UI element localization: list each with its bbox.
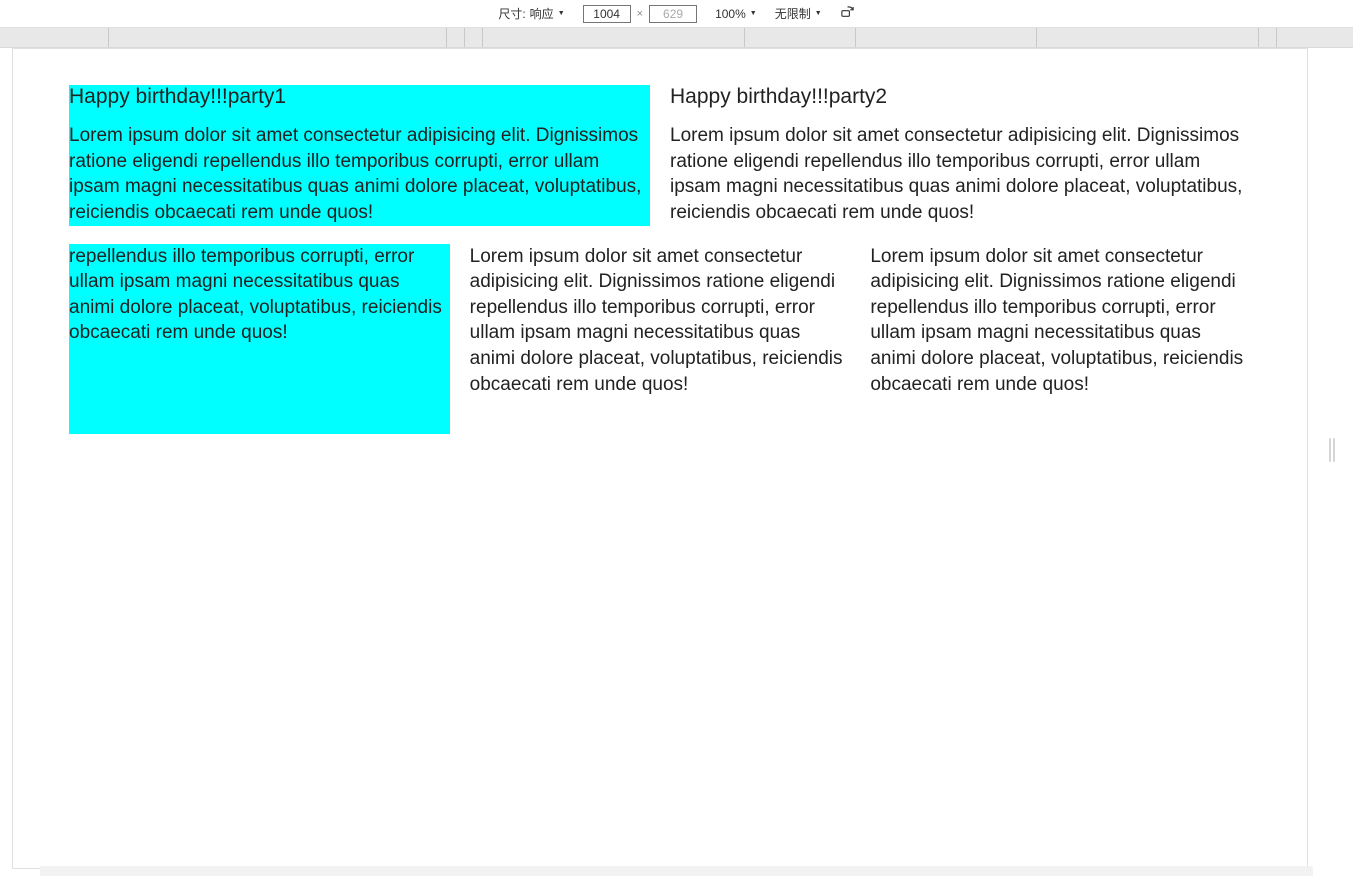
rotate-icon bbox=[840, 6, 855, 21]
width-input[interactable] bbox=[583, 5, 631, 23]
size-label: 尺寸: bbox=[498, 5, 525, 22]
ruler bbox=[0, 28, 1353, 48]
row2-text-1: repellendus illo temporibus corrupti, er… bbox=[69, 244, 450, 435]
col-1: Happy birthday!!!party1 Lorem ipsum dolo… bbox=[69, 85, 650, 226]
row2-text-2: Lorem ipsum dolor sit amet consectetur a… bbox=[470, 244, 851, 398]
row-2: repellendus illo temporibus corrupti, er… bbox=[69, 244, 1251, 435]
horizontal-scrollbar[interactable] bbox=[40, 866, 1313, 876]
dimension-separator: × bbox=[637, 8, 643, 20]
height-input[interactable] bbox=[649, 5, 697, 23]
row-1: Happy birthday!!!party1 Lorem ipsum dolo… bbox=[69, 85, 1251, 226]
dimension-group: × bbox=[583, 5, 697, 23]
col-2: Happy birthday!!!party2 Lorem ipsum dolo… bbox=[670, 85, 1251, 226]
devtools-toolbar: 尺寸: 响应 ▼ × 100% ▼ 无限制 ▼ bbox=[0, 0, 1353, 28]
throttle-value: 无限制 bbox=[775, 5, 811, 22]
chevron-down-icon: ▼ bbox=[558, 10, 565, 17]
page-viewport: Happy birthday!!!party1 Lorem ipsum dolo… bbox=[12, 48, 1308, 869]
heading-party2: Happy birthday!!!party2 bbox=[670, 85, 1251, 109]
row2-col-2: Lorem ipsum dolor sit amet consectetur a… bbox=[470, 244, 851, 435]
viewport-wrapper: Happy birthday!!!party1 Lorem ipsum dolo… bbox=[0, 48, 1353, 878]
throttle-dropdown[interactable]: 无限制 ▼ bbox=[775, 5, 822, 22]
heading-party1: Happy birthday!!!party1 bbox=[69, 85, 650, 109]
text-party1: Lorem ipsum dolor sit amet consectetur a… bbox=[69, 123, 650, 226]
row2-col-1: repellendus illo temporibus corrupti, er… bbox=[69, 244, 450, 435]
size-dropdown[interactable]: 尺寸: 响应 ▼ bbox=[498, 5, 564, 22]
rotate-button[interactable] bbox=[840, 6, 855, 21]
zoom-dropdown[interactable]: 100% ▼ bbox=[715, 7, 757, 21]
scroll-handle[interactable] bbox=[1329, 438, 1339, 462]
chevron-down-icon: ▼ bbox=[815, 10, 822, 17]
row2-col-3: Lorem ipsum dolor sit amet consectetur a… bbox=[870, 244, 1251, 435]
size-value: 响应 bbox=[530, 5, 554, 22]
chevron-down-icon: ▼ bbox=[750, 10, 757, 17]
zoom-value: 100% bbox=[715, 7, 746, 21]
text-party2: Lorem ipsum dolor sit amet consectetur a… bbox=[670, 123, 1251, 226]
row2-text-3: Lorem ipsum dolor sit amet consectetur a… bbox=[870, 244, 1251, 398]
